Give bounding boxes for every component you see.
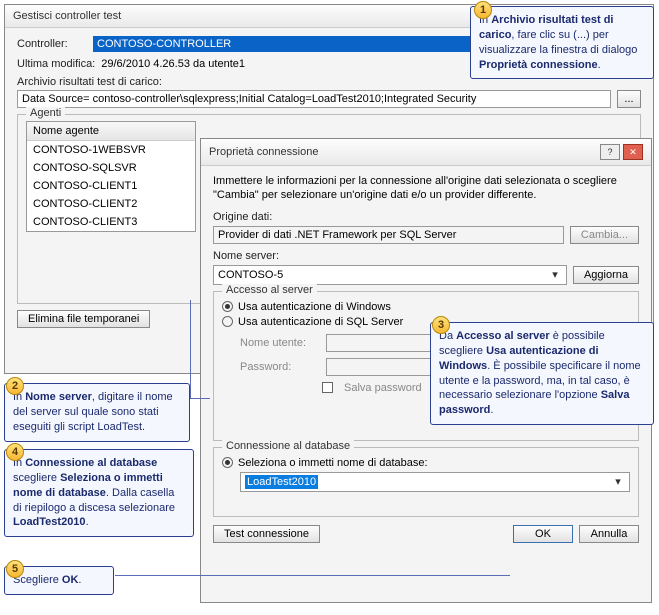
radio-select-db[interactable]: Seleziona o immetti nome di database: <box>222 457 630 469</box>
save-password-label: Salva password <box>344 382 422 394</box>
database-value: LoadTest2010 <box>245 475 318 489</box>
callout-badge-3: 3 <box>432 316 450 334</box>
last-modified-value: 29/6/2010 4.26.53 da utente1 <box>101 58 245 70</box>
callout-2: In Nome server, digitare il nome del ser… <box>4 383 190 442</box>
radio-windows-label: Usa autenticazione di Windows <box>238 301 391 313</box>
callout-badge-4: 4 <box>6 443 24 461</box>
dialog-titlebar: Proprietà connessione ? ✕ <box>201 139 651 166</box>
radio-icon <box>222 457 233 468</box>
list-item[interactable]: CONTOSO-CLIENT3 <box>27 213 195 231</box>
agents-listbox[interactable]: Nome agente CONTOSO-1WEBSVR CONTOSO-SQLS… <box>26 121 196 232</box>
radio-icon <box>222 301 233 312</box>
ok-button[interactable]: OK <box>513 525 573 543</box>
close-icon[interactable]: ✕ <box>623 144 643 160</box>
server-dropdown[interactable]: CONTOSO-5 ▾ <box>213 265 567 285</box>
db-legend: Connessione al database <box>222 440 354 452</box>
radio-db-label: Seleziona o immetti nome di database: <box>238 457 428 469</box>
connector-line <box>190 300 191 398</box>
callout-badge-2: 2 <box>6 377 24 395</box>
window-controls: ? ✕ <box>600 144 643 160</box>
server-label: Nome server: <box>213 250 639 262</box>
radio-windows-auth[interactable]: Usa autenticazione di Windows <box>222 301 630 313</box>
cancel-button[interactable]: Annulla <box>579 525 639 543</box>
password-label: Password: <box>240 361 320 373</box>
change-button[interactable]: Cambia... <box>570 226 639 244</box>
access-legend: Accesso al server <box>222 284 317 296</box>
list-item[interactable]: CONTOSO-CLIENT1 <box>27 177 195 195</box>
username-label: Nome utente: <box>240 337 320 349</box>
main-title: Gestisci controller test <box>13 10 121 22</box>
agents-legend: Agenti <box>26 107 65 119</box>
origin-field: Provider di dati .NET Framework per SQL … <box>213 226 564 244</box>
last-modified-label: Ultima modifica: <box>17 58 95 70</box>
dialog-title: Proprietà connessione <box>209 146 318 158</box>
chevron-down-icon: ▾ <box>611 475 625 488</box>
radio-icon <box>222 316 233 327</box>
help-icon[interactable]: ? <box>600 144 620 160</box>
dialog-intro: Immettere le informazioni per la conness… <box>213 174 639 203</box>
connector-line <box>115 575 510 576</box>
connector-line <box>190 398 210 399</box>
list-item[interactable]: CONTOSO-CLIENT2 <box>27 195 195 213</box>
archive-label: Archivio risultati test di carico: <box>17 76 162 88</box>
callout-badge-5: 5 <box>6 560 24 578</box>
controller-label: Controller: <box>17 38 87 50</box>
dialog-buttons: Test connessione OK Annulla <box>213 525 639 543</box>
chevron-down-icon: ▾ <box>548 268 562 281</box>
database-dropdown[interactable]: LoadTest2010 ▾ <box>240 472 630 492</box>
ellipsis-button[interactable]: ... <box>617 90 641 108</box>
list-item[interactable]: CONTOSO-1WEBSVR <box>27 141 195 159</box>
save-password-checkbox <box>322 382 333 393</box>
server-value: CONTOSO-5 <box>218 269 283 281</box>
delete-temp-button[interactable]: Elimina file temporanei <box>17 310 150 328</box>
callout-3: Da Accesso al server è possibile sceglie… <box>430 322 654 425</box>
radio-sql-label: Usa autenticazione di SQL Server <box>238 316 403 328</box>
callout-1: In Archivio risultati test di carico, fa… <box>470 6 654 79</box>
callout-4: In Connessione al database scegliere Sel… <box>4 449 194 537</box>
callout-badge-1: 1 <box>474 1 492 19</box>
test-connection-button[interactable]: Test connessione <box>213 525 320 543</box>
refresh-button[interactable]: Aggiorna <box>573 266 639 284</box>
origin-label: Origine dati: <box>213 211 639 223</box>
database-group: Connessione al database Seleziona o imme… <box>213 447 639 517</box>
list-item[interactable]: CONTOSO-SQLSVR <box>27 159 195 177</box>
datasource-field[interactable]: Data Source= contoso-controller\sqlexpre… <box>17 90 611 108</box>
agent-header: Nome agente <box>27 122 195 141</box>
